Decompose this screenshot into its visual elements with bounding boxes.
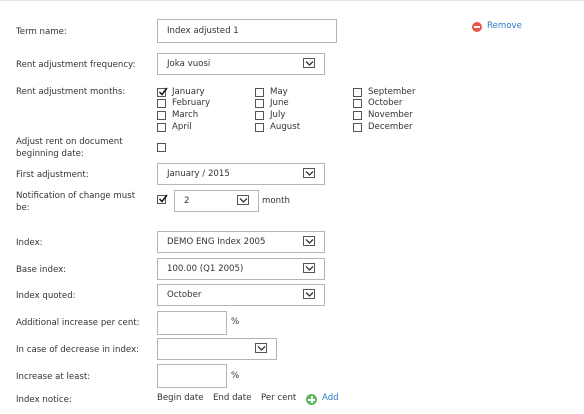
base-index-label: Base index: — [16, 265, 67, 275]
month-checkbox-october[interactable] — [353, 99, 362, 108]
additional-increase-input[interactable] — [157, 311, 227, 335]
month-checkbox-december[interactable] — [353, 123, 362, 132]
month-label: January — [172, 87, 205, 97]
additional-increase-label: Additional increase per cent: — [16, 318, 140, 328]
index-quoted-select[interactable]: October — [157, 284, 325, 306]
notification-label: Notification of change must be: — [16, 191, 136, 213]
month-checkbox-september[interactable] — [353, 88, 362, 97]
month-label: June — [270, 98, 289, 108]
frequency-value: Joka vuosi — [167, 59, 211, 69]
month-label: September — [368, 87, 416, 97]
term-name-label: Term name: — [16, 27, 67, 37]
month-checkbox-march[interactable] — [157, 111, 166, 120]
chevron-down-icon — [237, 195, 249, 205]
chevron-down-icon — [303, 289, 315, 299]
index-value: DEMO ENG Index 2005 — [167, 237, 266, 247]
increase-at-least-unit: % — [231, 371, 240, 381]
months-label: Rent adjustment months: — [16, 87, 126, 97]
adjust-begin-checkbox[interactable] — [157, 143, 166, 152]
month-label: May — [270, 87, 288, 97]
month-label: February — [172, 98, 211, 108]
first-adjustment-value: January / 2015 — [167, 169, 230, 179]
decrease-label: In case of decrease in index: — [16, 345, 140, 355]
month-label: April — [172, 122, 192, 132]
additional-increase-unit: % — [231, 317, 240, 327]
top-divider — [0, 0, 584, 1]
notice-col-begin: Begin date — [157, 393, 204, 403]
base-index-select[interactable]: 100.00 (Q1 2005) — [157, 258, 325, 280]
remove-link[interactable]: Remove — [472, 21, 522, 32]
increase-at-least-input[interactable] — [157, 364, 227, 388]
month-checkbox-may[interactable] — [255, 88, 264, 97]
notice-col-percent: Per cent — [261, 393, 297, 403]
index-quoted-label: Index quoted: — [16, 291, 76, 301]
term-name-input[interactable]: Index adjusted 1 — [157, 19, 337, 43]
first-adjustment-select[interactable]: January / 2015 — [157, 163, 325, 185]
notification-unit: month — [262, 196, 290, 206]
increase-at-least-label: Increase at least: — [16, 372, 91, 382]
decrease-select[interactable] — [157, 338, 277, 360]
remove-label: Remove — [487, 21, 522, 31]
notification-select[interactable]: 2 — [174, 190, 259, 212]
notification-value: 2 — [184, 196, 190, 206]
month-checkbox-november[interactable] — [353, 111, 362, 120]
month-checkbox-august[interactable] — [255, 123, 264, 132]
notice-col-end: End date — [213, 393, 252, 403]
month-label: December — [368, 122, 413, 132]
month-checkbox-july[interactable] — [255, 111, 264, 120]
month-label: November — [368, 110, 413, 120]
frequency-select[interactable]: Joka vuosi — [157, 53, 325, 75]
index-notice-label: Index notice: — [16, 395, 72, 405]
adjust-begin-label: Adjust rent on document beginning date: — [16, 137, 123, 159]
first-adjustment-label: First adjustment: — [16, 170, 89, 180]
frequency-label: Rent adjustment frequency: — [16, 60, 136, 70]
chevron-down-icon — [303, 168, 315, 178]
index-select[interactable]: DEMO ENG Index 2005 — [157, 231, 325, 253]
chevron-down-icon — [303, 236, 315, 246]
add-label: Add — [322, 393, 339, 403]
base-index-value: 100.00 (Q1 2005) — [167, 264, 244, 274]
month-label: October — [368, 98, 403, 108]
index-label: Index: — [16, 238, 43, 248]
remove-icon — [472, 22, 482, 32]
month-label: March — [172, 110, 199, 120]
month-label: July — [270, 110, 286, 120]
month-label: August — [270, 122, 301, 132]
chevron-down-icon — [255, 343, 267, 353]
chevron-down-icon — [303, 263, 315, 273]
index-quoted-value: October — [167, 290, 202, 300]
month-checkbox-february[interactable] — [157, 99, 166, 108]
add-notice-button[interactable]: Add — [306, 393, 339, 405]
month-checkbox-january[interactable] — [157, 87, 168, 97]
notification-checkbox[interactable] — [157, 194, 168, 204]
add-icon — [306, 394, 317, 405]
chevron-down-icon — [303, 58, 315, 68]
month-checkbox-april[interactable] — [157, 123, 166, 132]
month-checkbox-june[interactable] — [255, 99, 264, 108]
